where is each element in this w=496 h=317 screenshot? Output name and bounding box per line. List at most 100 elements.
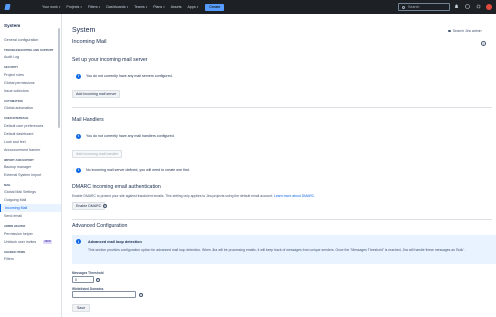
search-icon xyxy=(402,5,405,9)
sidebar-item-label: Issue collectors xyxy=(4,88,29,93)
jira-logo-icon[interactable] xyxy=(3,3,11,11)
dmarc-help-icon[interactable]: ? xyxy=(103,204,107,208)
sidebar-item-label: Send email xyxy=(4,214,22,219)
sidebar-item-label: Project roles xyxy=(4,72,24,77)
top-menu-item-label: Assets xyxy=(170,5,182,9)
chevron-down-icon: ▾ xyxy=(163,5,165,9)
add-incoming-mail-handler-button[interactable]: Add incoming mail handler xyxy=(72,150,123,158)
save-button[interactable]: Save xyxy=(72,304,91,312)
sidebar-scrollbar[interactable] xyxy=(58,28,60,128)
sidebar-item-label: Look and feel xyxy=(4,139,26,144)
chevron-down-icon: ▾ xyxy=(98,5,101,9)
top-menu-item[interactable]: Filters ▾ xyxy=(85,5,103,9)
user-avatar[interactable] xyxy=(486,3,492,10)
page-title: System xyxy=(72,27,96,34)
info-icon: i xyxy=(76,73,81,79)
whitelisted-domains-input[interactable] xyxy=(72,291,136,298)
top-menu-item[interactable]: Apps ▾ xyxy=(185,5,202,9)
messages-threshold-input[interactable]: 0 xyxy=(72,276,94,283)
incoming-mail-info: i You do not currently have any mail ser… xyxy=(72,71,492,81)
sidebar-item[interactable]: Issue collectors xyxy=(0,87,61,95)
top-menu-item[interactable]: Projects ▾ xyxy=(63,5,85,9)
sidebar-section-heading: AUTOMATION xyxy=(4,98,23,103)
info-icon: i xyxy=(76,239,81,244)
search-icon xyxy=(448,29,451,33)
mail-handlers-heading: Mail Handlers xyxy=(72,117,104,123)
advanced-mail-loop-panel: i Advanced mail loop detection This sect… xyxy=(72,235,496,264)
sidebar-item-label: Audit Log xyxy=(4,55,20,60)
dmarc-description: Enable DMARC to protect your site agains… xyxy=(72,194,315,198)
top-menu-item-label: Projects xyxy=(66,5,80,9)
section-title: Incoming Mail xyxy=(72,39,107,45)
help-icon[interactable] xyxy=(464,3,471,10)
search-jira-admin-link[interactable]: Search Jira admin xyxy=(448,29,482,33)
settings-gear-icon[interactable] xyxy=(475,3,482,10)
incoming-mail-heading: Set up your incoming mail server xyxy=(72,57,148,63)
add-incoming-mail-server-button[interactable]: Add incoming mail server xyxy=(72,90,121,98)
notifications-bell-icon[interactable] xyxy=(453,3,460,10)
sidebar-section-heading: TROUBLESHOOTING AND SUPPORT xyxy=(4,48,54,52)
sidebar-section-heading: MAIL xyxy=(4,183,11,188)
top-menu-item[interactable]: Teams ▾ xyxy=(131,5,150,9)
sidebar-item[interactable]: Backup manager xyxy=(0,163,61,171)
sidebar-item[interactable]: Announcement banner xyxy=(0,146,61,154)
learn-more-dmarc-link[interactable]: Learn more about DMARC. xyxy=(274,194,315,198)
sidebar-section-heading: ADMIN HELPER xyxy=(4,224,26,229)
sidebar-item[interactable]: Default user preferences xyxy=(0,122,61,130)
whitelisted-help-icon[interactable]: ? xyxy=(139,292,143,297)
new-badge: NEW xyxy=(43,239,53,244)
sidebar-item[interactable]: Audit Log xyxy=(0,53,61,61)
messages-threshold-label: Messages Threshold xyxy=(72,271,104,275)
threshold-help-icon[interactable]: ? xyxy=(96,277,100,282)
help-question-icon[interactable]: ? xyxy=(481,41,486,46)
sidebar-item-label: Default user preferences xyxy=(4,123,44,128)
sidebar-item[interactable]: Global permissions xyxy=(0,79,61,87)
dmarc-description-text: Enable DMARC to protect your site agains… xyxy=(72,194,274,198)
enable-dmarc-button[interactable]: Enable DMARC xyxy=(72,202,106,210)
divider xyxy=(72,219,492,220)
search-placeholder: Search xyxy=(408,5,420,9)
sidebar-item[interactable]: Incoming Mail xyxy=(0,204,61,213)
sidebar-item[interactable]: Unblock user invites NEW xyxy=(0,238,61,246)
mail-handlers-info-text: You do not currently have any mail handl… xyxy=(86,134,175,138)
sidebar-item[interactable]: General configuration xyxy=(0,36,61,44)
sidebar-item[interactable]: Look and feel xyxy=(0,138,61,146)
sidebar-item[interactable]: Default dashboard xyxy=(0,130,61,138)
mail-handlers-info: i You do not currently have any mail han… xyxy=(72,131,492,141)
chevron-down-icon: ▾ xyxy=(80,5,82,9)
chevron-down-icon: ▾ xyxy=(145,5,148,9)
sidebar-item-label: Announcement banner xyxy=(4,147,41,152)
top-menu-item-label: Plans xyxy=(153,5,163,9)
sidebar-section-heading: USER INTERFACE xyxy=(4,116,29,121)
top-menu-item-label: Teams xyxy=(134,5,145,9)
sidebar-item[interactable]: External System Import xyxy=(0,171,61,179)
top-menu-item[interactable]: Assets xyxy=(168,5,185,9)
top-menu-item[interactable]: Dashboards ▾ xyxy=(103,5,131,9)
top-menu-item[interactable]: Your work ▾ xyxy=(39,5,63,9)
sidebar-item[interactable]: Global Mail Settings xyxy=(0,188,61,196)
top-menu: Your work ▾ Projects ▾ Filters ▾ Dashboards ▾ Te… xyxy=(39,5,201,9)
sidebar-item[interactable]: Outgoing Mail xyxy=(0,196,61,204)
sidebar-item-label: Global Mail Settings xyxy=(4,190,36,195)
sidebar-item-label: Unblock user invites xyxy=(4,239,37,244)
info-icon: i xyxy=(76,133,81,139)
top-navigation-bar: Your work ▾ Projects ▾ Filters ▾ Dashboards ▾ Te… xyxy=(0,0,496,14)
sidebar-item[interactable]: Filters xyxy=(0,255,61,263)
sidebar-item-label: Global permissions xyxy=(4,80,35,85)
top-menu-item[interactable]: Plans ▾ xyxy=(150,5,168,9)
top-menu-item-label: Filters xyxy=(87,5,98,9)
dmarc-heading: DMARC incoming email authentication xyxy=(72,184,161,190)
sidebar-item[interactable]: Send email xyxy=(0,212,61,220)
sidebar-item[interactable]: Permission helper xyxy=(0,230,61,238)
sidebar-title: System xyxy=(4,23,21,28)
sidebar-item[interactable]: Project roles xyxy=(0,71,61,79)
sidebar-item[interactable]: Global automation xyxy=(0,104,61,112)
sidebar-item-label: General configuration xyxy=(4,38,39,42)
top-menu-item-label: Apps xyxy=(187,5,196,9)
enable-dmarc-label: Enable DMARC xyxy=(76,204,102,208)
search-input[interactable]: Search xyxy=(398,3,450,11)
advanced-mail-loop-title: Advanced mail loop detection xyxy=(88,240,142,244)
sidebar-section-heading: IMPORT AND EXPORT xyxy=(4,157,34,162)
sidebar-item-label: Filters xyxy=(4,257,14,262)
create-button[interactable]: Create xyxy=(205,3,225,11)
